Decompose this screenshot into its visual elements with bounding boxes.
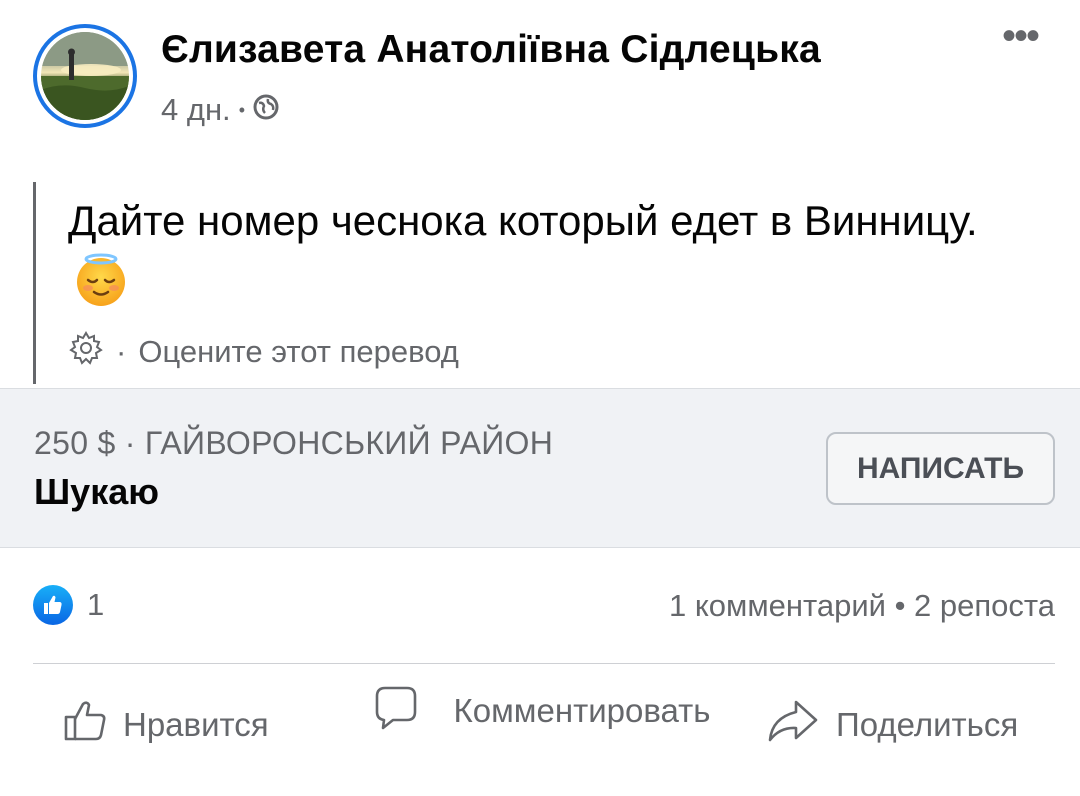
listing-title: Шукаю bbox=[34, 471, 159, 512]
listing-price-location: 250 $ · ГАЙВОРОНСЬКИЙ РАЙОН bbox=[34, 425, 554, 461]
actions-divider bbox=[33, 663, 1055, 664]
reactions-summary[interactable]: 1 bbox=[33, 585, 104, 625]
share-button-label: Поделиться bbox=[836, 706, 1019, 743]
comments-shares-count[interactable]: 1 комментарий • 2 репоста bbox=[669, 588, 1055, 624]
globe-icon[interactable] bbox=[253, 92, 279, 128]
share-arrow-icon bbox=[766, 698, 820, 752]
rate-translation-label: Оцените этот перевод bbox=[138, 334, 459, 369]
like-button-label: Нравится bbox=[123, 706, 269, 743]
more-options-button[interactable]: ••• bbox=[992, 16, 1048, 64]
comment-bubble-icon bbox=[371, 682, 421, 740]
relieved-face-emoji bbox=[74, 253, 128, 307]
like-button[interactable]: Нравится bbox=[63, 698, 269, 752]
thumbs-up-icon bbox=[63, 698, 109, 752]
avatar[interactable] bbox=[33, 24, 137, 128]
like-reaction-icon bbox=[33, 585, 73, 625]
like-count: 1 bbox=[87, 587, 105, 622]
translate-separator: · bbox=[116, 334, 127, 369]
rate-translation[interactable]: · Оцените этот перевод bbox=[68, 330, 459, 374]
more-horizontal-icon: ••• bbox=[1001, 14, 1040, 58]
meta-separator: • bbox=[238, 99, 245, 120]
post-time[interactable]: 4 дн. bbox=[161, 92, 231, 128]
gear-icon bbox=[68, 330, 104, 374]
share-button[interactable]: Поделиться bbox=[766, 698, 1018, 752]
comment-button[interactable]: Комментировать bbox=[371, 682, 727, 740]
post-card: Єлизавета Анатоліївна Сідлецька 4 дн. • … bbox=[0, 0, 1080, 796]
avatar-photo bbox=[41, 32, 129, 120]
post-text-content: Дайте номер чеснока который едет в Винни… bbox=[68, 197, 978, 244]
comment-button-label: Комментировать bbox=[453, 692, 711, 729]
translation-quote-bar bbox=[33, 182, 36, 384]
message-seller-button[interactable]: НАПИСАТЬ bbox=[826, 432, 1055, 505]
post-text: Дайте номер чеснока который едет в Винни… bbox=[68, 190, 988, 314]
post-meta: 4 дн. • bbox=[161, 92, 279, 128]
marketplace-listing[interactable]: 250 $ · ГАЙВОРОНСЬКИЙ РАЙОН Шукаю НАПИСА… bbox=[0, 388, 1080, 548]
author-name[interactable]: Єлизавета Анатоліївна Сідлецька bbox=[161, 28, 821, 72]
